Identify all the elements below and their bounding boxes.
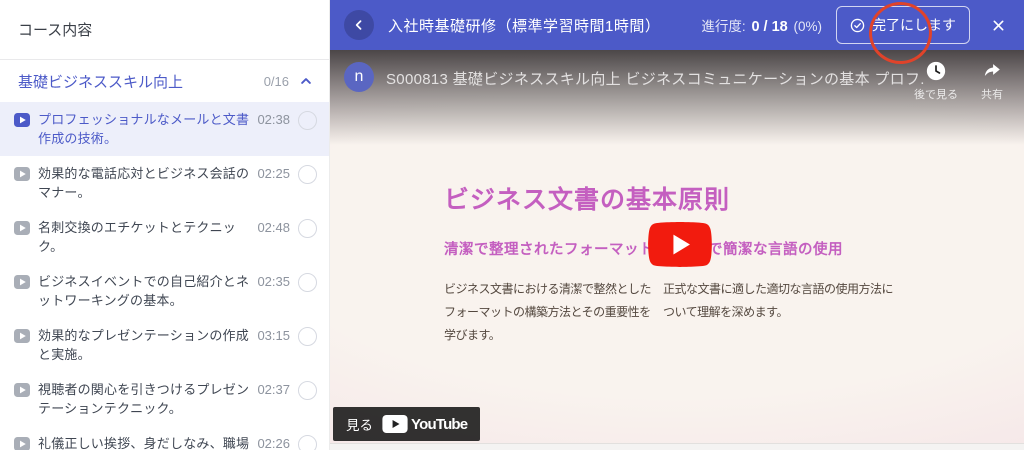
sidebar-title: コース内容 (0, 0, 329, 60)
course-title: 入社時基礎研修（標準学習時間1時間） (388, 15, 660, 36)
play-button[interactable] (648, 222, 712, 267)
lesson-title: ビジネスイベントでの自己紹介とネットワーキングの基本。 (38, 272, 249, 310)
section-header[interactable]: 基礎ビジネススキル向上 0/16 (0, 60, 329, 102)
completion-circle[interactable] (298, 165, 317, 184)
lesson-title: 効果的なプレゼンテーションの作成と実施。 (38, 326, 249, 364)
close-button[interactable] (986, 13, 1010, 37)
video-title-link[interactable]: S000813 基礎ビジネススキル向上 ビジネスコミュニケーションの基本 プロフ… (386, 68, 926, 89)
watch-on-youtube-badge[interactable]: 見る YouTube (333, 407, 480, 441)
video-play-icon (14, 166, 30, 182)
share-button[interactable]: 共有 (966, 60, 1018, 103)
progress-label: 進行度: (701, 19, 745, 34)
mark-complete-label: 完了にします (872, 15, 956, 35)
slide-column-body: 正式な文書に適した適切な言語の使用方法について理解を深めます。 (663, 278, 893, 324)
video-play-icon (14, 436, 30, 450)
section-title: 基礎ビジネススキル向上 (18, 71, 264, 92)
section-progress-count: 0/16 (264, 74, 289, 89)
share-arrow-icon (981, 60, 1003, 82)
progress-percent: (0%) (793, 19, 822, 34)
lesson-title: 効果的な電話応対とビジネス会話のマナー。 (38, 164, 249, 202)
lesson-duration: 02:35 (257, 274, 290, 289)
course-topbar: 入社時基礎研修（標準学習時間1時間） 進行度: 0 / 18 (0%) 完了にし… (330, 0, 1024, 50)
youtube-logo: YouTube (382, 415, 467, 433)
completion-circle[interactable] (298, 111, 317, 130)
slide-title: ビジネス文書の基本原則 (444, 180, 730, 216)
channel-avatar[interactable]: n (344, 62, 374, 92)
lesson-title: 名刺交換のエチケットとテクニック。 (38, 218, 249, 256)
lesson-item[interactable]: ビジネスイベントでの自己紹介とネットワーキングの基本。 02:35 (0, 264, 329, 318)
video-play-icon (14, 274, 30, 290)
youtube-logo-icon (382, 415, 408, 433)
video-player[interactable]: n S000813 基礎ビジネススキル向上 ビジネスコミュニケーションの基本 プ… (330, 50, 1024, 443)
close-icon (991, 18, 1006, 33)
course-content-sidebar: コース内容 基礎ビジネススキル向上 0/16 プロフェッショナルなメールと文書作… (0, 0, 330, 450)
lesson-duration: 02:37 (257, 382, 290, 397)
lesson-item[interactable]: 礼儀正しい挨拶、身だしなみ、職場での態度。 02:26 (0, 426, 329, 450)
video-play-icon (14, 382, 30, 398)
share-label: 共有 (981, 89, 1003, 101)
progress-indicator: 進行度: 0 / 18 (0%) (701, 15, 822, 35)
completion-circle[interactable] (298, 273, 317, 292)
lesson-title: 視聴者の関心を引きつけるプレゼンテーションテクニック。 (38, 380, 249, 418)
lesson-item[interactable]: 効果的な電話応対とビジネス会話のマナー。 02:25 (0, 156, 329, 210)
youtube-header: n S000813 基礎ビジネススキル向上 ビジネスコミュニケーションの基本 プ… (330, 50, 1024, 110)
lesson-duration: 02:26 (257, 436, 290, 450)
lesson-duration: 02:48 (257, 220, 290, 235)
clock-icon (925, 60, 947, 82)
lesson-title: プロフェッショナルなメールと文書作成の技術。 (38, 110, 249, 148)
page-background-strip (330, 443, 1024, 450)
back-button[interactable] (344, 10, 374, 40)
lesson-item[interactable]: 名刺交換のエチケットとテクニック。 02:48 (0, 210, 329, 264)
lesson-item[interactable]: 効果的なプレゼンテーションの作成と実施。 03:15 (0, 318, 329, 372)
progress-value: 0 / 18 (751, 19, 787, 35)
watch-later-label: 後で見る (914, 89, 958, 101)
slide-column-heading: 清潔で整理されたフォーマット (444, 238, 654, 259)
lesson-item[interactable]: プロフェッショナルなメールと文書作成の技術。 02:38 (0, 102, 329, 156)
completion-circle[interactable] (298, 327, 317, 346)
chevron-left-icon (352, 18, 366, 32)
slide-column-body: ビジネス文書における清潔で整然としたフォーマットの構築方法とその重要性を学びます… (444, 278, 654, 347)
lesson-main-panel: 入社時基礎研修（標準学習時間1時間） 進行度: 0 / 18 (0%) 完了にし… (330, 0, 1024, 450)
slide-column-left: 清潔で整理されたフォーマット ビジネス文書における清潔で整然としたフォーマットの… (444, 238, 654, 347)
lesson-duration: 03:15 (257, 328, 290, 343)
lesson-title: 礼儀正しい挨拶、身だしなみ、職場での態度。 (38, 434, 249, 450)
completion-circle[interactable] (298, 219, 317, 238)
video-play-icon (14, 328, 30, 344)
lesson-duration: 02:38 (257, 112, 290, 127)
watch-later-button[interactable]: 後で見る (910, 60, 962, 103)
youtube-play-icon (648, 222, 712, 267)
video-play-icon (14, 112, 30, 128)
mark-complete-button[interactable]: 完了にします (836, 6, 970, 44)
completion-circle[interactable] (298, 381, 317, 400)
chevron-up-icon (299, 74, 313, 88)
video-play-icon (14, 220, 30, 236)
course-player-app: コース内容 基礎ビジネススキル向上 0/16 プロフェッショナルなメールと文書作… (0, 0, 1024, 450)
check-circle-icon (850, 18, 865, 33)
watch-label: 見る (346, 414, 373, 434)
youtube-wordmark: YouTube (411, 416, 467, 433)
lesson-duration: 02:25 (257, 166, 290, 181)
lesson-item[interactable]: 視聴者の関心を引きつけるプレゼンテーションテクニック。 02:37 (0, 372, 329, 426)
completion-circle[interactable] (298, 435, 317, 450)
